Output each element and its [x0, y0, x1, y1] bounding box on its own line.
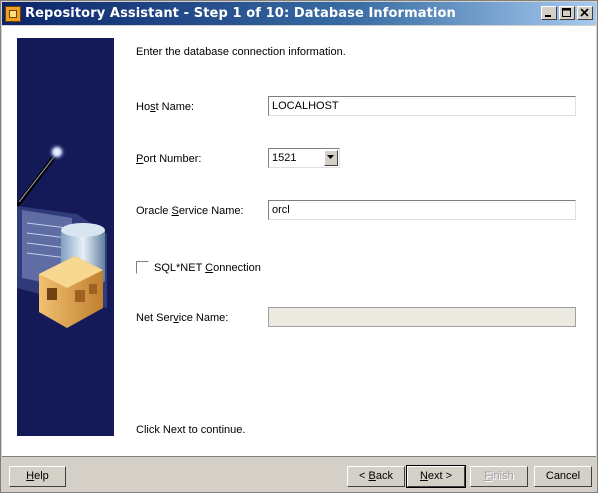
net-service-name-label: Net Service Name: — [136, 312, 229, 324]
port-number-select[interactable]: 1521 — [268, 148, 340, 168]
maximize-button[interactable] — [559, 6, 575, 20]
close-button[interactable] — [577, 6, 593, 20]
port-number-value: 1521 — [272, 152, 297, 164]
next-button[interactable]: Next > — [406, 465, 466, 488]
port-dropdown-button[interactable] — [324, 150, 338, 166]
host-name-label: Host Name: — [136, 101, 195, 113]
sqlnet-connection-label: SQL*NET Connection — [154, 261, 261, 274]
window-title: Repository Assistant - Step 1 of 10: Dat… — [25, 6, 456, 21]
minimize-icon — [545, 15, 551, 17]
oracle-service-name-label: Oracle Service Name: — [136, 205, 244, 217]
chevron-down-icon — [327, 155, 334, 159]
sqlnet-connection-checkbox[interactable] — [136, 261, 149, 274]
wizard-side-illustration — [17, 38, 114, 436]
finish-button[interactable]: Finish — [470, 466, 528, 487]
wizard-content: Enter the database connection informatio… — [2, 26, 596, 456]
repository-assistant-window: Repository Assistant - Step 1 of 10: Dat… — [0, 0, 598, 493]
back-button[interactable]: < Back — [347, 466, 405, 487]
title-bar[interactable]: Repository Assistant - Step 1 of 10: Dat… — [2, 2, 596, 25]
help-button[interactable]: Help — [9, 466, 66, 487]
instruction-text: Enter the database connection informatio… — [136, 46, 346, 58]
port-number-label: Port Number: — [136, 153, 202, 165]
oracle-service-name-input[interactable]: orcl — [268, 200, 576, 220]
cancel-button[interactable]: Cancel — [534, 466, 592, 487]
database-repository-illustration — [17, 143, 107, 328]
button-bar: Help < Back Next > Finish Cancel — [2, 456, 596, 492]
sqlnet-connection-option[interactable]: SQL*NET Connection — [136, 261, 261, 274]
close-icon — [580, 8, 589, 17]
minimize-button[interactable] — [541, 6, 557, 20]
host-name-input[interactable]: LOCALHOST — [268, 96, 576, 116]
title-buttons — [539, 6, 593, 20]
maximize-icon — [562, 8, 571, 17]
continue-hint: Click Next to continue. — [136, 424, 246, 436]
net-service-name-input[interactable] — [268, 307, 576, 327]
app-icon — [5, 5, 21, 22]
